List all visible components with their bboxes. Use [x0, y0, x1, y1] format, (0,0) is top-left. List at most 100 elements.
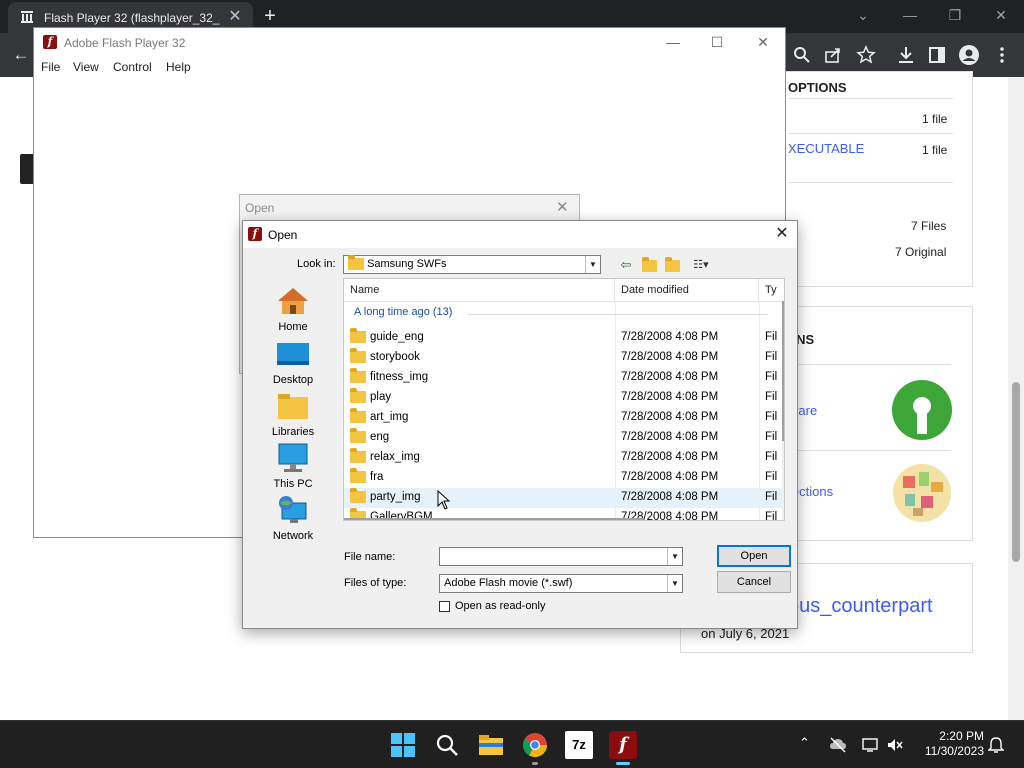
background-dialog-close-icon[interactable]: ✕	[556, 198, 569, 216]
folder-icon	[350, 428, 366, 443]
chevron-down-icon[interactable]: ▼	[667, 575, 682, 592]
file-row-hovered[interactable]: party_img 7/28/2008 4:08 PM Fil	[344, 488, 784, 508]
tab-title: Flash Player 32 (flashplayer_32_sa	[44, 11, 220, 25]
libraries-icon	[278, 394, 308, 419]
home-icon	[278, 288, 308, 314]
7zip-icon[interactable]: 7z	[565, 731, 593, 759]
open-source-logo-icon	[892, 380, 952, 440]
menu-view[interactable]: View	[73, 60, 99, 74]
file-row[interactable]: art_img 7/28/2008 4:08 PM Fil	[344, 408, 784, 428]
menu-icon[interactable]	[991, 44, 1013, 66]
search-icon[interactable]	[791, 44, 813, 66]
file-row[interactable]: fra 7/28/2008 4:08 PM Fil	[344, 468, 784, 488]
volume-muted-icon[interactable]	[886, 737, 904, 753]
onedrive-icon[interactable]	[829, 737, 847, 753]
file-row[interactable]: guide_eng 7/28/2008 4:08 PM Fil	[344, 328, 784, 348]
search-icon[interactable]	[433, 731, 461, 759]
file-count-1: 1 file	[922, 112, 948, 126]
place-home[interactable]: Home	[263, 286, 323, 333]
file-row[interactable]: play 7/28/2008 4:08 PM Fil	[344, 388, 784, 408]
chevron-down-icon[interactable]: ▼	[585, 256, 600, 273]
chrome-icon[interactable]	[521, 731, 549, 759]
collection-mosaic-icon	[893, 464, 951, 522]
file-row[interactable]: fitness_img 7/28/2008 4:08 PM Fil	[344, 368, 784, 388]
sidebar-icon[interactable]	[926, 44, 948, 66]
column-date-modified[interactable]: Date modified	[615, 279, 759, 301]
flash-window-title: Adobe Flash Player 32	[64, 36, 186, 50]
star-icon[interactable]	[855, 44, 877, 66]
profile-icon[interactable]	[958, 44, 980, 66]
look-in-dropdown[interactable]: Samsung SWFs ▼	[343, 255, 601, 274]
cancel-button[interactable]: Cancel	[717, 571, 791, 593]
taskbar-clock[interactable]: 2:20 PM 11/30/2023	[918, 729, 984, 759]
new-tab-button[interactable]: +	[260, 5, 280, 27]
archive-icon	[21, 11, 33, 23]
column-type[interactable]: Ty	[759, 279, 784, 301]
file-row[interactable]: eng 7/28/2008 4:08 PM Fil	[344, 428, 784, 448]
group-divider	[468, 314, 768, 315]
file-explorer-icon[interactable]	[477, 731, 505, 759]
folder-icon	[350, 348, 366, 363]
menu-control[interactable]: Control	[113, 60, 152, 74]
file-list-horizontal-scrollbar[interactable]	[344, 518, 644, 520]
page-scrollbar[interactable]	[1008, 77, 1024, 720]
show-hidden-icons-icon[interactable]: ⌃	[799, 735, 810, 751]
chevron-down-icon[interactable]: ▼	[667, 548, 682, 565]
file-list[interactable]: Name Date modified Ty A long time ago (1…	[343, 278, 785, 521]
flash-close-button[interactable]: ✕	[748, 32, 778, 52]
up-folder-icon[interactable]	[640, 256, 658, 274]
view-menu-icon[interactable]: ☷▾	[687, 256, 715, 274]
files-of-type-dropdown[interactable]: Adobe Flash movie (*.swf) ▼	[439, 574, 683, 593]
file-list-vertical-scrollbar[interactable]	[782, 301, 784, 520]
files-of-type-label: Files of type:	[344, 577, 407, 589]
place-libraries[interactable]: Libraries	[263, 391, 323, 438]
menu-help[interactable]: Help	[166, 60, 191, 74]
column-name[interactable]: Name	[344, 279, 615, 301]
place-network[interactable]: Network	[263, 495, 323, 542]
new-folder-icon[interactable]	[663, 256, 681, 274]
vertical-scroll-thumb[interactable]	[782, 301, 784, 441]
close-window-button[interactable]: ✕	[989, 5, 1013, 25]
mouse-cursor-icon	[437, 490, 451, 510]
windows-start-icon[interactable]	[389, 731, 417, 759]
dialog-title: Open	[268, 228, 298, 242]
file-row[interactable]: relax_img 7/28/2008 4:08 PM Fil	[344, 448, 784, 468]
restore-button[interactable]: ❐	[943, 5, 967, 25]
page-side-icon	[20, 154, 34, 184]
notification-bell-icon[interactable]	[988, 736, 1004, 754]
share-icon[interactable]	[822, 44, 844, 66]
place-desktop[interactable]: Desktop	[263, 339, 323, 386]
file-count-2: 1 file	[922, 143, 948, 157]
flash-logo-icon: f	[43, 35, 57, 49]
original-count: 7 Original	[895, 245, 947, 259]
file-row[interactable]: storybook 7/28/2008 4:08 PM Fil	[344, 348, 784, 368]
display-icon[interactable]	[861, 737, 879, 753]
open-button[interactable]: Open	[717, 545, 791, 567]
place-this-pc[interactable]: This PC	[263, 443, 323, 490]
menu-file[interactable]: File	[41, 60, 60, 74]
back-button[interactable]: ←	[10, 44, 32, 66]
dialog-title-bar: f Open ✕	[243, 221, 797, 248]
group-header[interactable]: A long time ago (13)	[354, 306, 452, 318]
flash-player-taskbar-icon[interactable]: f	[609, 731, 637, 759]
files-count: 7 Files	[911, 219, 947, 233]
dialog-close-button[interactable]: ✕	[770, 224, 794, 244]
tab-close-icon[interactable]: ✕	[226, 8, 244, 26]
back-arrow-icon[interactable]: ⇦	[617, 256, 635, 274]
network-icon	[279, 496, 307, 523]
desktop-icon	[277, 343, 309, 365]
flash-maximize-button[interactable]: ☐	[702, 32, 732, 52]
scrollbar-thumb[interactable]	[1012, 382, 1020, 562]
look-in-label: Look in:	[297, 258, 336, 270]
tab-search-icon[interactable]: ⌄	[851, 5, 875, 25]
executable-link[interactable]: XECUTABLE	[788, 141, 864, 156]
minimize-button[interactable]: —	[898, 5, 922, 25]
flash-minimize-button[interactable]: —	[658, 32, 688, 52]
look-in-value: Samsung SWFs	[367, 258, 447, 270]
counterpart-link[interactable]: ous_counterpart	[788, 595, 933, 618]
folder-icon	[350, 388, 366, 403]
file-name-input[interactable]: ▼	[439, 547, 683, 566]
clock-date: 11/30/2023	[924, 744, 984, 758]
read-only-checkbox[interactable]	[439, 601, 450, 612]
download-icon[interactable]	[895, 44, 917, 66]
